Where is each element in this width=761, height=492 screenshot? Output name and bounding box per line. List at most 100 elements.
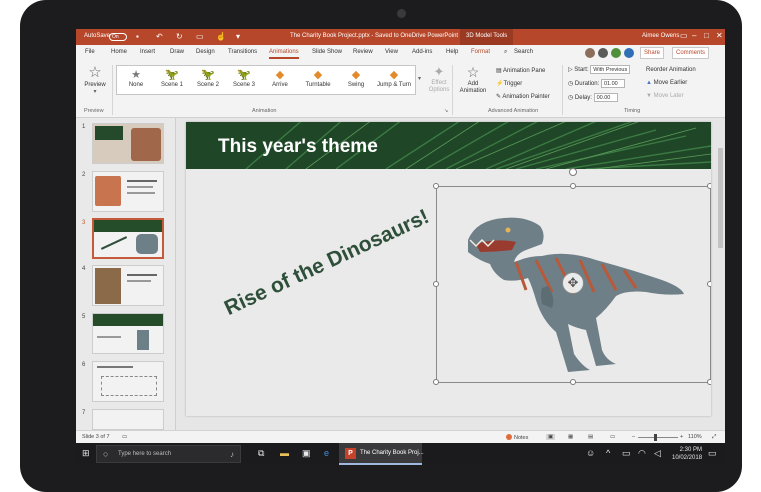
notes-button[interactable]: Notes: [506, 434, 528, 441]
ribbon-display-icon[interactable]: ▭: [680, 31, 688, 40]
edge-icon[interactable]: e: [324, 448, 329, 459]
tab-view[interactable]: View: [385, 49, 398, 55]
wifi-icon[interactable]: ◠: [638, 448, 646, 459]
autosave-toggle[interactable]: On: [109, 33, 127, 41]
gallery-more-icon[interactable]: ▾: [418, 75, 421, 82]
windows-start-icon[interactable]: ⊞: [82, 448, 90, 459]
tab-insert[interactable]: Insert: [140, 49, 155, 55]
slide-thumbnail-5[interactable]: [92, 313, 164, 354]
normal-view-icon[interactable]: ▣: [546, 434, 556, 440]
tab-design[interactable]: Design: [196, 49, 215, 55]
slide-thumbnail-1[interactable]: [92, 123, 164, 164]
slide-sorter-icon[interactable]: ▦: [568, 434, 573, 440]
effect-options-button[interactable]: ✦ Effect Options: [426, 64, 452, 94]
animation-turntable[interactable]: ◆ Turntable: [301, 68, 335, 88]
preview-button[interactable]: ☆ Preview ▾: [82, 64, 108, 95]
tab-format[interactable]: Format: [471, 49, 490, 55]
duration-input[interactable]: 01.00: [600, 79, 625, 88]
zoom-level[interactable]: 110%: [688, 434, 702, 440]
search-icon[interactable]: ⌕: [504, 49, 507, 56]
move-later-button[interactable]: ▼ Move Later: [646, 93, 684, 99]
avatar[interactable]: [598, 48, 608, 58]
3d-rotate-icon[interactable]: ✥: [562, 272, 584, 294]
reading-view-icon[interactable]: ▤: [588, 434, 593, 440]
tab-add-ins[interactable]: Add-ins: [412, 49, 432, 55]
slide-canvas[interactable]: This year's theme Rise of the Dinosaurs!: [186, 122, 711, 416]
vertical-scrollbar[interactable]: [716, 118, 725, 430]
animation-painter-button[interactable]: ✎ Animation Painter: [496, 93, 550, 100]
zoom-in-icon[interactable]: +: [680, 434, 683, 440]
present-icon[interactable]: ▭: [196, 32, 204, 41]
scrollbar-thumb[interactable]: [718, 148, 723, 248]
trigger-button[interactable]: ⚡Trigger: [496, 80, 522, 87]
task-view-icon[interactable]: ⧉: [258, 448, 264, 459]
animation-scene-2[interactable]: 🦖 Scene 2: [191, 68, 225, 88]
battery-icon[interactable]: ▭: [622, 448, 631, 459]
move-earlier-button[interactable]: ▲ Move Earlier: [646, 80, 687, 86]
slide-thumbnail-3[interactable]: [92, 218, 164, 259]
animation-swing[interactable]: ◆ Swing: [339, 68, 373, 88]
resize-handle[interactable]: [433, 379, 439, 385]
tab-review[interactable]: Review: [353, 49, 373, 55]
animation-pane-button[interactable]: ▤ Animation Pane: [496, 67, 545, 74]
delay-input[interactable]: 00.00: [593, 93, 618, 102]
volume-icon[interactable]: ◁: [654, 448, 661, 459]
accessibility-icon[interactable]: ▭: [122, 434, 127, 440]
avatar[interactable]: [585, 48, 595, 58]
action-center-icon[interactable]: ▭: [708, 448, 717, 459]
slide-thumbnail-2[interactable]: [92, 171, 164, 212]
animation-jump-turn[interactable]: ◆ Jump & Turn: [375, 68, 413, 88]
store-icon[interactable]: ▣: [302, 448, 311, 459]
slide-thumbnail-7[interactable]: [92, 409, 164, 430]
resize-handle[interactable]: [433, 281, 439, 287]
slide-thumbnail-4[interactable]: [92, 265, 164, 306]
add-animation-button[interactable]: ☆ Add Animation: [458, 64, 488, 95]
resize-handle[interactable]: [433, 183, 439, 189]
animation-scene-3[interactable]: 🦖 Scene 3: [227, 68, 261, 88]
resize-handle[interactable]: [707, 379, 711, 385]
animation-arrive[interactable]: ◆ Arrive: [263, 68, 297, 88]
animation-scene-1[interactable]: 🦖 Scene 1: [155, 68, 189, 88]
taskbar-search-box[interactable]: ○ Type here to search ♪: [96, 445, 241, 463]
minimize-icon[interactable]: –: [692, 31, 696, 40]
maximize-icon[interactable]: □: [704, 31, 709, 40]
slideshow-icon[interactable]: ▭: [610, 434, 615, 440]
redo-icon[interactable]: ↻: [176, 32, 183, 41]
save-icon[interactable]: ▪: [136, 32, 139, 41]
people-icon[interactable]: ☺: [586, 448, 595, 459]
slide-subtitle[interactable]: Rise of the Dinosaurs!: [221, 205, 433, 321]
resize-handle[interactable]: [707, 183, 711, 189]
comments-button[interactable]: Comments: [672, 47, 710, 59]
animation-none[interactable]: ★ None: [119, 68, 153, 88]
user-name[interactable]: Aimee Owens: [642, 33, 679, 39]
fit-to-window-icon[interactable]: ⤢: [712, 434, 716, 441]
customize-qat-icon[interactable]: ▾: [236, 32, 240, 41]
zoom-out-icon[interactable]: –: [632, 434, 635, 440]
tab-transitions[interactable]: Transitions: [228, 49, 257, 55]
tab-home[interactable]: Home: [111, 49, 127, 55]
tab-animations[interactable]: Animations: [269, 49, 299, 59]
chevron-up-icon[interactable]: ^: [606, 448, 610, 459]
avatar[interactable]: [611, 48, 621, 58]
tab-help[interactable]: Help: [446, 49, 458, 55]
avatar[interactable]: [624, 48, 634, 58]
microphone-icon[interactable]: ♪: [230, 450, 234, 459]
rotate-handle[interactable]: [569, 168, 577, 176]
taskbar-app-powerpoint[interactable]: P The Charity Book Proj...: [339, 443, 424, 465]
taskbar-clock[interactable]: 2:30 PM 10/02/2018: [672, 446, 702, 462]
resize-handle[interactable]: [707, 281, 711, 287]
search-label[interactable]: Search: [514, 49, 533, 55]
tab-file[interactable]: File: [85, 49, 95, 55]
slide-thumbnail-6[interactable]: [92, 361, 164, 402]
undo-icon[interactable]: ↶: [156, 32, 163, 41]
tab-draw[interactable]: Draw: [170, 49, 184, 55]
file-explorer-icon[interactable]: ▬: [280, 448, 289, 459]
start-select[interactable]: With Previous: [590, 65, 631, 74]
slide-title[interactable]: This year's theme: [218, 136, 378, 158]
zoom-slider[interactable]: [638, 437, 678, 438]
tab-slide-show[interactable]: Slide Show: [312, 49, 342, 55]
resize-handle[interactable]: [570, 183, 576, 189]
share-button[interactable]: Share: [640, 47, 665, 59]
dialog-launcher-icon[interactable]: ↘: [444, 108, 448, 114]
touch-mode-icon[interactable]: ☝: [216, 32, 226, 41]
